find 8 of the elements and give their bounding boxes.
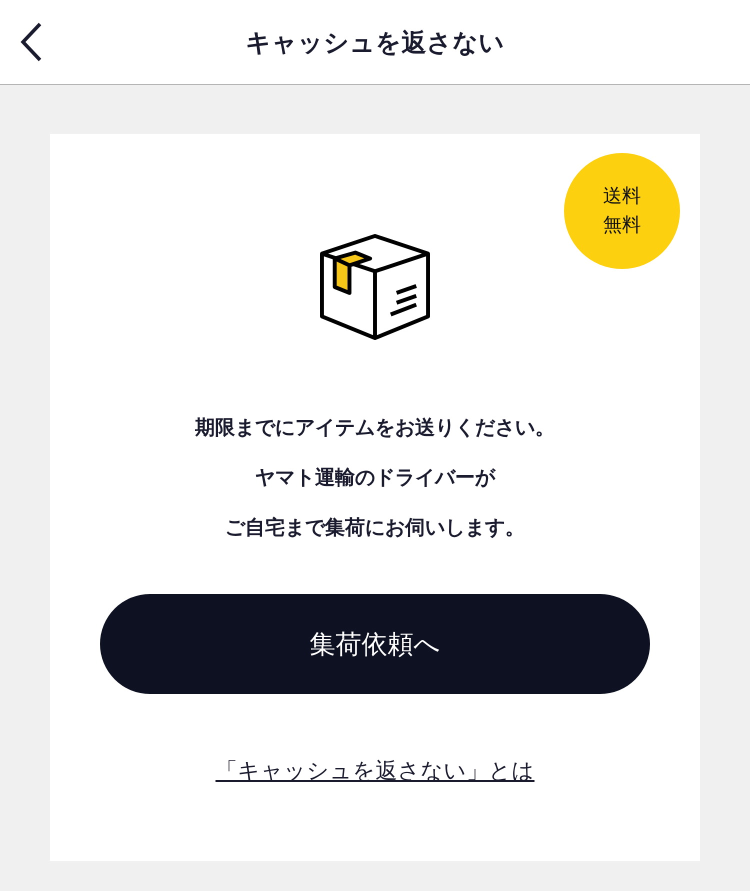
page-title: キャッシュを返さない	[246, 26, 504, 58]
message-line: ご自宅まで集荷にお伺いします。	[225, 514, 525, 541]
back-icon[interactable]	[19, 22, 43, 62]
pickup-request-button[interactable]: 集荷依頼へ	[100, 594, 650, 694]
about-link[interactable]: 「キャッシュを返さない」とは	[216, 756, 534, 786]
message-line: ヤマト運輸のドライバーが	[255, 464, 495, 491]
free-shipping-badge: 送料 無料	[564, 153, 680, 269]
message-line: 期限までにアイテムをお送りください。	[195, 414, 555, 441]
